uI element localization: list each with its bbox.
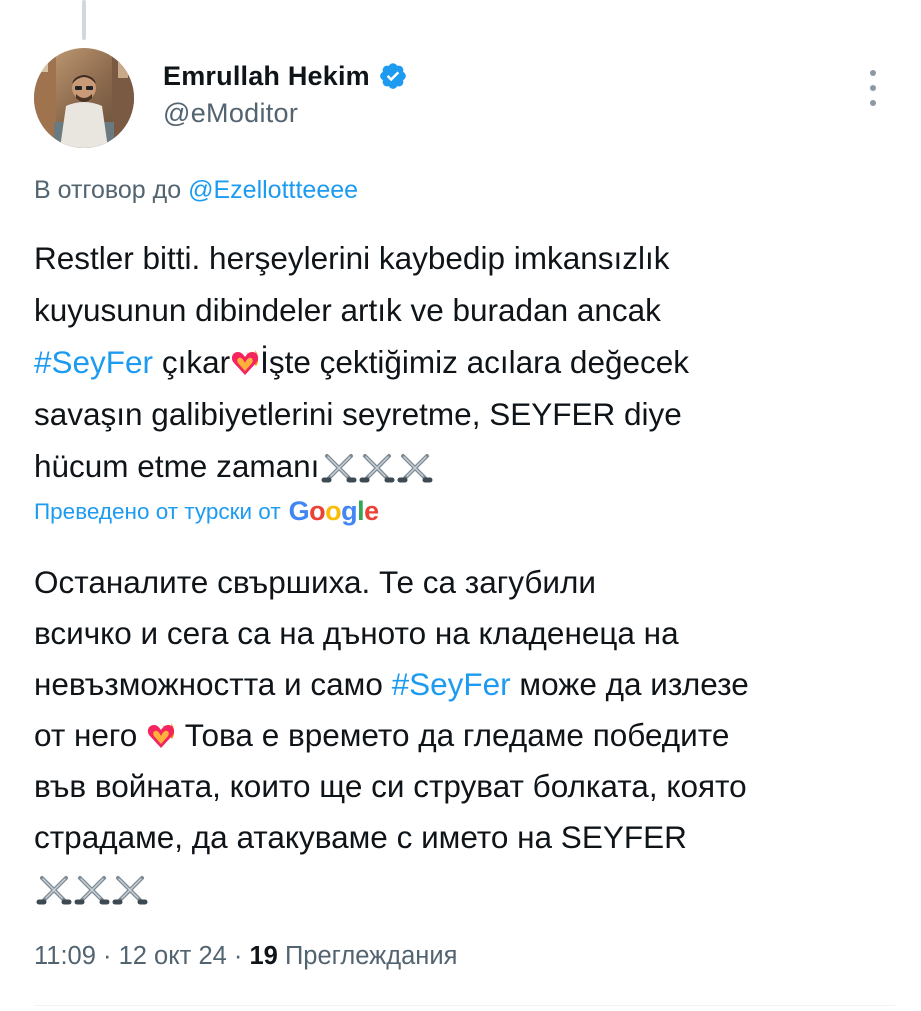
divider — [34, 1005, 895, 1006]
tweet-line-5: hücum etme zamanı — [34, 440, 894, 492]
tweet-line-3: #SeyFer çıkar İşte çektiğimiz acılara değ… — [34, 336, 894, 388]
translation-segment: Това е времето да гледаме победите — [176, 717, 730, 753]
reply-prefix: В отговор до — [34, 176, 182, 204]
tweet-author[interactable]: Emrullah Hekim @eModitor — [163, 58, 408, 129]
more-options-icon[interactable] — [858, 70, 888, 106]
translation-line-4: от него Това е времето да гледаме победи… — [34, 710, 904, 761]
crossed-swords-icon — [395, 449, 435, 485]
google-logo: Google — [288, 496, 380, 526]
translation-segment: невъзможността и само — [34, 666, 392, 702]
translation-segment: може да излезе — [510, 666, 749, 702]
author-display-name[interactable]: Emrullah Hekim — [163, 61, 370, 92]
translation-line: във войната, които ще си струват болката… — [34, 768, 747, 804]
tweet-time[interactable]: 11:09 — [34, 942, 96, 970]
views-count[interactable]: 19 — [250, 942, 278, 970]
tweet-text-original: Restler bitti. herşeylerini kaybedip imk… — [34, 232, 894, 492]
tweet-metadata: 11:09 · 12 окт 24 · 19 Преглеждания — [34, 942, 457, 971]
tweet-date[interactable]: 12 окт 24 — [119, 942, 227, 970]
hashtag-link[interactable]: #SeyFer — [392, 666, 511, 702]
views-label[interactable]: Преглеждания — [285, 942, 457, 970]
crossed-swords-icon — [319, 449, 359, 485]
verified-badge-icon — [378, 61, 408, 91]
heart-on-fire-icon — [230, 340, 260, 375]
crossed-swords-icon — [357, 449, 397, 485]
thread-connector-line — [82, 0, 86, 40]
author-handle[interactable]: @eModitor — [163, 98, 408, 129]
tweet-text-translated: Останалите свършиха. Те са загубили всич… — [34, 557, 904, 914]
meta-separator: · — [103, 942, 112, 970]
hashtag-link[interactable]: #SeyFer — [34, 344, 153, 380]
crossed-swords-icon — [72, 872, 112, 908]
translation-line-7 — [34, 863, 904, 914]
tweet-text-segment: İşte çektiğimiz acılara değecek — [260, 344, 690, 380]
translation-segment: от него — [34, 717, 146, 753]
translation-line-3: невъзможността и само #SeyFer може да из… — [34, 659, 904, 710]
reply-mention-link[interactable]: @Ezellottteeee — [188, 176, 358, 204]
tweet-text-segment: hücum etme zamanı — [34, 448, 320, 484]
tweet-line: kuyusunun dibindeler artık ve buradan an… — [34, 292, 661, 328]
tweet-text-segment: çıkar — [153, 344, 231, 380]
translation-label[interactable]: Преведено от турски от — [34, 499, 281, 525]
reply-context: В отговор до @Ezellottteeee — [34, 176, 358, 205]
translation-line: страдаме, да атакуваме с името на SEYFER — [34, 819, 687, 855]
tweet-line: Restler bitti. herşeylerini kaybedip imk… — [34, 240, 670, 276]
tweet-line: savaşın galibiyetlerini seyretme, SEYFER… — [34, 396, 682, 432]
translation-line: всичко и сега са на дъното на кладенеца … — [34, 615, 679, 651]
heart-on-fire-icon — [146, 714, 176, 748]
meta-separator: · — [233, 942, 243, 970]
crossed-swords-icon — [34, 872, 74, 908]
translation-attribution[interactable]: Преведено от турски от Google — [34, 496, 379, 527]
avatar[interactable] — [34, 48, 134, 148]
translation-line: Останалите свършиха. Те са загубили — [34, 564, 596, 600]
crossed-swords-icon — [110, 872, 150, 908]
